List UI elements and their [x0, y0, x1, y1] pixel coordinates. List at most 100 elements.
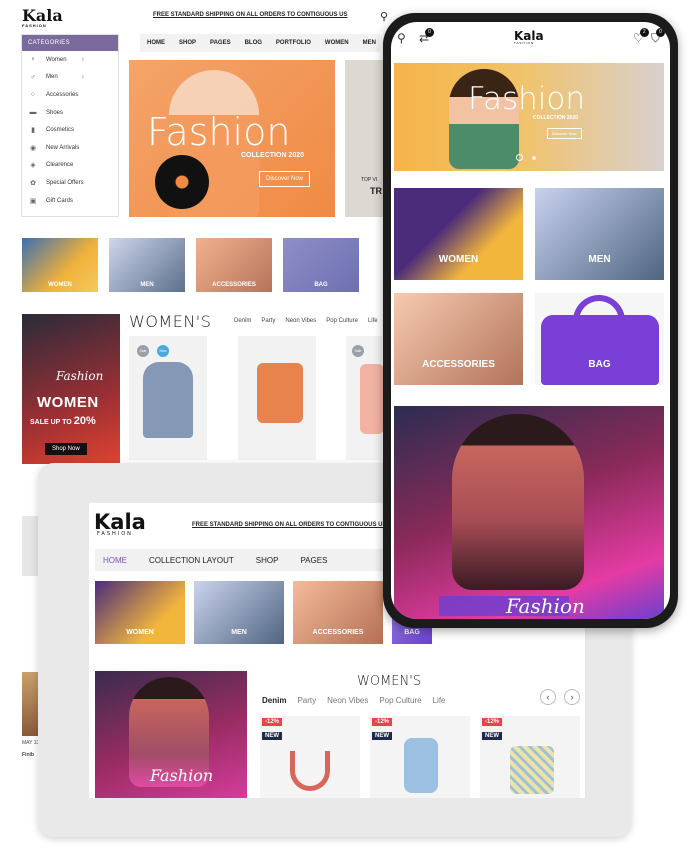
- tile-label: BAG: [588, 359, 611, 370]
- tablet-tile-women[interactable]: WOMEN: [95, 581, 185, 644]
- phone-tile-accessories[interactable]: ACCESSORIES: [394, 293, 523, 385]
- cart-icon[interactable]: ⛉ 0: [651, 28, 666, 46]
- tablet-nav-shop[interactable]: SHOP: [248, 556, 287, 565]
- next-arrow-icon[interactable]: ›: [564, 689, 580, 705]
- category-label: Shoes: [46, 109, 64, 116]
- tab-neon-vibes[interactable]: Neon Vibes: [285, 318, 316, 324]
- tile-label: BAG: [404, 629, 420, 636]
- category-label: Special Offers: [46, 179, 84, 186]
- category-special-offers[interactable]: ✿ Special Offers: [22, 174, 118, 192]
- tile-label: ACCESSORIES: [312, 629, 364, 636]
- tab-party[interactable]: Party: [297, 696, 316, 705]
- promo-title: WOMEN: [37, 394, 99, 411]
- phone-fashion-banner[interactable]: Fashion: [394, 406, 664, 619]
- tile-label: MEN: [588, 254, 611, 265]
- categories-title: CATEGORIES: [22, 35, 118, 51]
- chevron-right-icon: ›: [81, 56, 84, 64]
- tab-party[interactable]: Party: [261, 318, 275, 324]
- dress-icon: ♀: [30, 56, 36, 64]
- phone-logo[interactable]: Kala FASHION: [514, 25, 544, 45]
- product-card[interactable]: [238, 336, 316, 460]
- tablet-logo[interactable]: Kala FASHION: [94, 504, 146, 537]
- nav-women[interactable]: WOMEN: [318, 40, 356, 46]
- tile-bag[interactable]: BAG: [283, 238, 359, 292]
- side-banner-label: TOP VI: [361, 177, 378, 183]
- nav-portfolio[interactable]: PORTFOLIO: [269, 40, 318, 46]
- tab-denim[interactable]: Denim: [262, 696, 286, 705]
- category-clearence[interactable]: ◈ Clearence: [22, 157, 118, 175]
- shipping-notice[interactable]: FREE STANDARD SHIPPING ON ALL ORDERS TO …: [153, 12, 347, 18]
- womens-heading: WOMEN'S: [129, 312, 212, 331]
- search-icon[interactable]: ⚲: [380, 10, 388, 23]
- main-nav: HOME SHOP PAGES BLOG PORTFOLIO WOMEN MEN: [140, 34, 380, 52]
- category-gift-cards[interactable]: ▣ Gift Cards: [22, 192, 118, 210]
- nav-home[interactable]: HOME: [140, 40, 172, 46]
- tablet-tile-men[interactable]: MEN: [194, 581, 284, 644]
- offer-icon: ✿: [30, 179, 36, 187]
- tile-men[interactable]: MEN: [109, 238, 185, 292]
- tablet-nav-collection-layout[interactable]: COLLECTION LAYOUT: [141, 556, 242, 565]
- tile-accessories[interactable]: ACCESSORIES: [196, 238, 272, 292]
- nav-pages[interactable]: PAGES: [203, 40, 238, 46]
- category-cosmetics[interactable]: ▮ Cosmetics: [22, 121, 118, 139]
- category-women[interactable]: ♀ Women ›: [22, 51, 118, 69]
- product-card[interactable]: Sale: [346, 336, 384, 460]
- search-icon[interactable]: ⚲: [397, 31, 406, 45]
- shop-now-button[interactable]: Shop Now: [45, 443, 87, 455]
- discover-now-button[interactable]: Discover Now: [547, 128, 582, 139]
- prev-arrow-icon[interactable]: ‹: [540, 689, 556, 705]
- tile-label: ACCESSORIES: [212, 282, 256, 288]
- ring-icon: ○: [30, 91, 36, 99]
- category-accessories[interactable]: ○ Accessories: [22, 86, 118, 104]
- banner-model-image: [452, 414, 584, 590]
- tab-denim[interactable]: Denim: [234, 318, 251, 324]
- tab-pop-culture[interactable]: Pop Culture: [326, 318, 358, 324]
- discover-now-button[interactable]: Discover Now: [259, 171, 311, 187]
- hero-subtitle: COLLECTION 2020: [533, 115, 579, 121]
- phone-hero-banner: Fashion COLLECTION 2020 Discover Now: [394, 63, 664, 171]
- nav-shop[interactable]: SHOP: [172, 40, 203, 46]
- tab-life[interactable]: Life: [368, 318, 378, 324]
- discount-badge: -12%: [482, 718, 503, 726]
- heart-icon[interactable]: ♡ 2: [633, 28, 649, 45]
- banner-script: Fashion: [506, 594, 585, 618]
- women-promo-banner[interactable]: Fashion WOMEN SALE UP TO 20% Shop Now: [22, 314, 120, 464]
- side-banner-title: TR: [370, 186, 382, 196]
- product-card[interactable]: Sale New: [129, 336, 207, 460]
- tablet-shipping-notice[interactable]: FREE STANDARD SHIPPING ON ALL ORDERS TO …: [192, 522, 386, 528]
- coat-image: [360, 364, 384, 434]
- tab-life[interactable]: Life: [433, 696, 446, 705]
- hero-title: Fashion: [147, 110, 291, 154]
- site-logo[interactable]: Kala FASHION: [22, 4, 63, 28]
- category-men[interactable]: ♂ Men ›: [22, 69, 118, 87]
- tablet-promo-banner[interactable]: Fashion: [95, 671, 247, 798]
- blog-title[interactable]: Finib: [22, 752, 39, 758]
- phone-tile-men[interactable]: MEN: [535, 188, 664, 280]
- tablet-product-card[interactable]: -12% NEW: [480, 716, 580, 798]
- hero-title: Fashion: [468, 81, 586, 117]
- tablet-womens-tabs: Denim Party Neon Vibes Pop Culture Life: [262, 696, 446, 705]
- nav-men[interactable]: MEN: [356, 40, 383, 46]
- hero-banner: Fashion COLLECTION 2020 Discover Now: [129, 60, 335, 217]
- tile-women[interactable]: WOMEN: [22, 238, 98, 292]
- category-shoes[interactable]: ▬ Shoes: [22, 104, 118, 122]
- nav-blog[interactable]: BLOG: [238, 40, 269, 46]
- tablet-nav-home[interactable]: HOME: [95, 556, 135, 565]
- tablet-product-card[interactable]: -12% NEW: [370, 716, 470, 798]
- tile-label: WOMEN: [438, 254, 479, 265]
- tab-pop-culture[interactable]: Pop Culture: [379, 696, 421, 705]
- tab-neon-vibes[interactable]: Neon Vibes: [327, 696, 368, 705]
- tablet-nav-pages[interactable]: PAGES: [292, 556, 335, 565]
- phone-tile-women[interactable]: WOMEN: [394, 188, 523, 280]
- hoodie-image: [143, 362, 193, 438]
- new-badge: NEW: [482, 732, 502, 740]
- gift-icon: ▣: [29, 197, 37, 205]
- category-new-arrivals[interactable]: ◉ New Arrivals: [22, 139, 118, 157]
- phone-tile-bag[interactable]: BAG: [535, 293, 664, 385]
- tablet-tile-accessories[interactable]: ACCESSORIES: [293, 581, 383, 644]
- new-badge: NEW: [372, 732, 392, 740]
- slider-dot[interactable]: [516, 154, 523, 161]
- compare-icon[interactable]: ⇄ 0: [419, 28, 435, 45]
- slider-dot[interactable]: [532, 156, 536, 160]
- tablet-product-card[interactable]: -12% NEW: [260, 716, 360, 798]
